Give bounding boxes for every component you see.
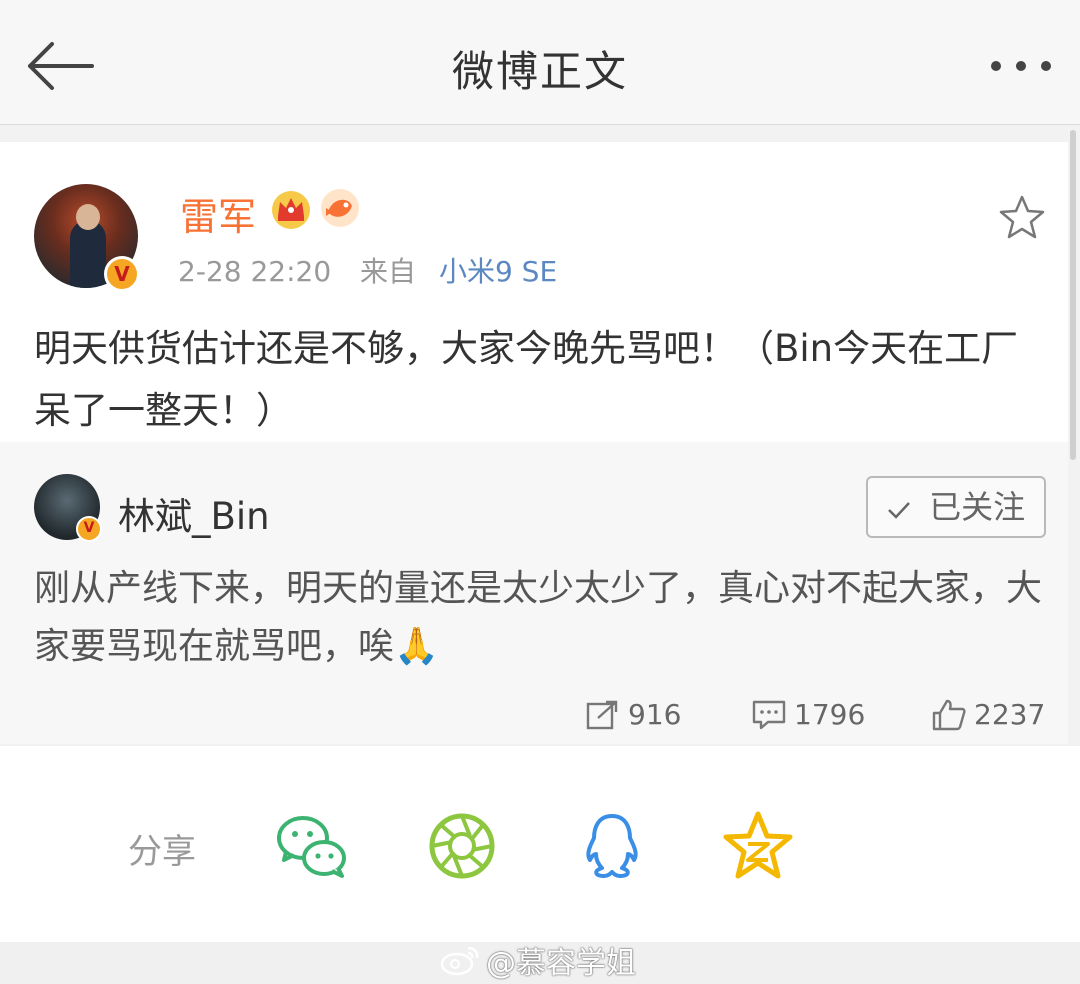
repost-icon	[586, 700, 618, 729]
thumbs-up-icon	[932, 699, 966, 730]
weibo-logo-icon	[440, 946, 479, 976]
scrollbar[interactable]	[1070, 130, 1076, 460]
check-icon	[887, 488, 921, 526]
watermark-text: @慕容学姐	[486, 946, 636, 981]
weibo-post: 雷军 2-28 22:20 来自 小米9 SE 明天供货估计还是不够，大家今晚先…	[0, 142, 1068, 442]
comment-count: 1796	[794, 698, 866, 731]
share-panel: 分享	[0, 746, 1080, 942]
qq-icon[interactable]	[576, 810, 648, 882]
favorite-star-icon[interactable]	[998, 194, 1046, 240]
repost-content: 刚从产线下来，明天的量还是太少太少了，真心对不起大家，大家要骂现在就骂吧，唉🙏	[34, 568, 1043, 667]
post-timestamp: 2-28 22:20	[178, 255, 332, 288]
like-count: 2237	[974, 698, 1046, 731]
more-dots-icon[interactable]	[988, 58, 1054, 74]
qzone-icon[interactable]	[722, 810, 794, 882]
like-action[interactable]: 2237	[932, 698, 1045, 731]
crown-icon	[272, 191, 310, 229]
share-label: 分享	[128, 832, 196, 872]
member-fish-icon	[321, 189, 359, 227]
comment-action[interactable]: 1796	[752, 698, 865, 731]
moments-icon[interactable]	[426, 810, 498, 882]
navigation-bar: 微博正文	[0, 0, 1080, 125]
post-source[interactable]: 小米9 SE	[439, 255, 557, 288]
post-meta: 2-28 22:20 来自 小米9 SE	[178, 250, 557, 290]
post-content: 明天供货估计还是不够，大家今晚先骂吧！（Bin今天在工厂呆了一整天！）	[34, 327, 1019, 432]
post-author-name[interactable]: 雷军	[180, 186, 256, 241]
followed-button[interactable]: 已关注	[866, 476, 1046, 538]
comment-icon	[752, 700, 786, 729]
repost-action[interactable]: 916	[586, 698, 681, 731]
verified-badge: V	[104, 256, 140, 292]
repost-card[interactable]: V 林斌_Bin 已关注 刚从产线下来，明天的量还是太少太少了，真心对不起大家，…	[0, 442, 1068, 744]
follow-label: 已关注	[929, 488, 1026, 526]
wechat-icon[interactable]	[276, 810, 348, 882]
source-prefix: 来自	[360, 255, 417, 288]
repost-count: 916	[628, 698, 682, 731]
verified-badge: V	[76, 516, 102, 542]
repost-author-name[interactable]: 林斌_Bin	[118, 486, 270, 540]
page-title: 微博正文	[451, 47, 628, 96]
watermark: @慕容学姐	[440, 938, 636, 982]
